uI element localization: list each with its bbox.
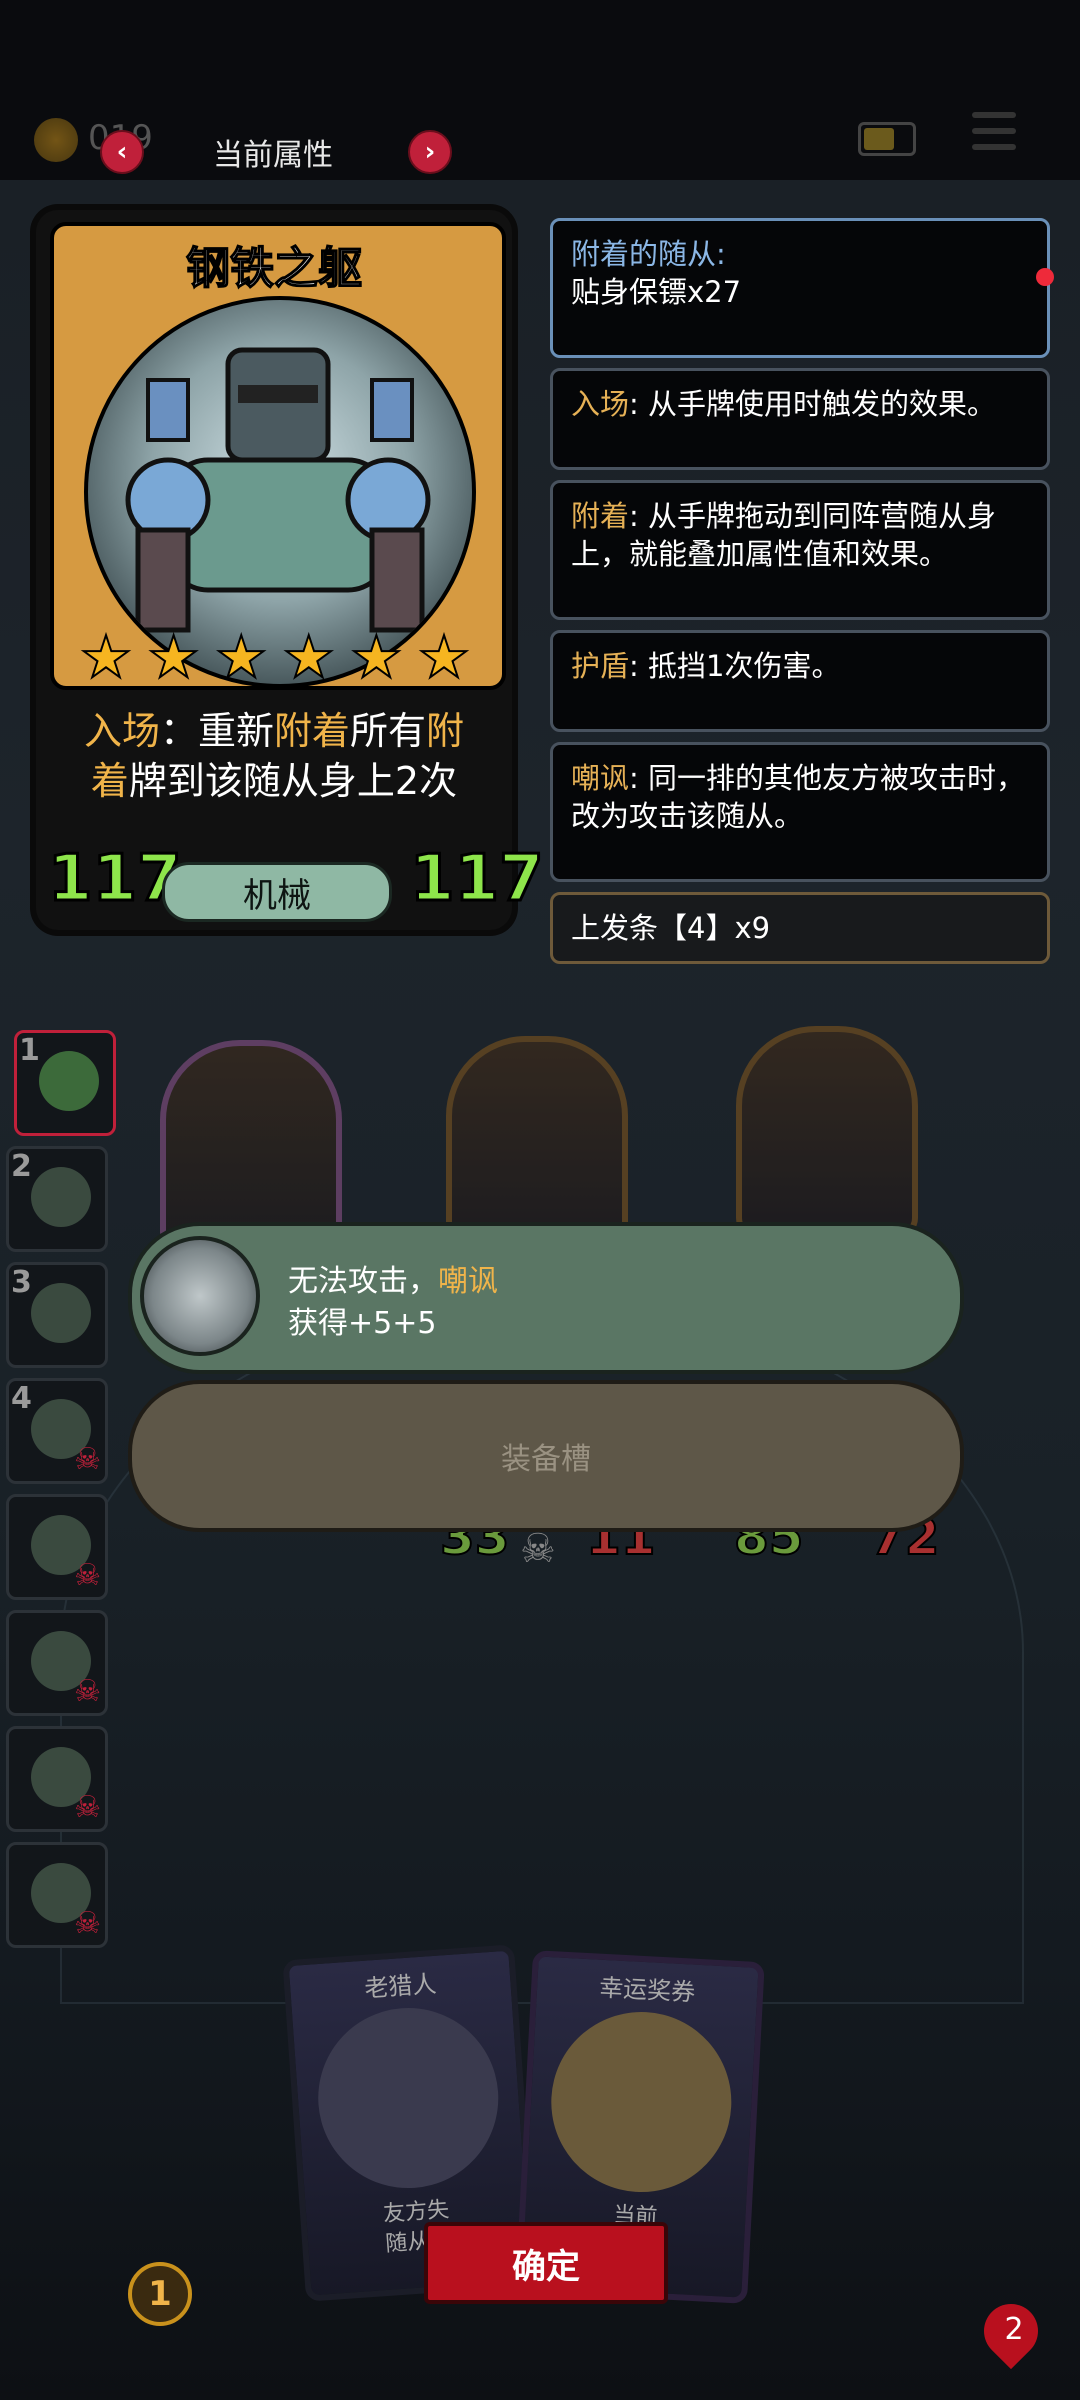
keyword-attach-part: 附 bbox=[426, 709, 465, 753]
roster-slot-6[interactable]: ☠ bbox=[6, 1610, 108, 1716]
notification-dot bbox=[1036, 268, 1054, 286]
info-wind-up[interactable]: 上发条【4】x9 bbox=[550, 892, 1050, 964]
info-text: : 抵挡1次伤害。 bbox=[629, 649, 841, 683]
roster-slot-3[interactable]: 3 bbox=[6, 1262, 108, 1368]
keyword-entry: 入场 bbox=[83, 709, 160, 753]
coin-icon bbox=[34, 118, 78, 162]
skull-icon: ☠ bbox=[74, 1790, 101, 1825]
board-minion[interactable] bbox=[446, 1036, 628, 1248]
skull-icon: ☠ bbox=[74, 1442, 101, 1477]
keyword-attach-part: 着 bbox=[90, 759, 129, 803]
menu-icon[interactable] bbox=[972, 112, 1016, 160]
star-icon: ★ bbox=[79, 623, 133, 691]
info-text: : 从手牌使用时触发的效果。 bbox=[629, 387, 997, 421]
ability-bonus: 获得+5+5 bbox=[288, 1306, 437, 1341]
card-description: 入场：重新附着所有附 着牌到该随从身上2次 bbox=[60, 706, 488, 806]
roster-slot-4[interactable]: 4 ☠ bbox=[6, 1378, 108, 1484]
chevron-left-icon: ‹ bbox=[116, 137, 128, 167]
hand-card-title: 幸运奖券 bbox=[598, 1973, 696, 2007]
roster-number: 3 bbox=[11, 1265, 32, 1300]
equipment-slot[interactable]: 装备槽 bbox=[128, 1380, 964, 1532]
chevron-right-icon: › bbox=[424, 137, 436, 167]
ability-text-part: 无法攻击， bbox=[288, 1264, 438, 1299]
star-icon: ★ bbox=[417, 623, 471, 691]
minion-avatar bbox=[39, 1051, 99, 1111]
info-text: : 从手牌拖动到同阵营随从身上，就能叠加属性值和效果。 bbox=[571, 499, 997, 571]
minion-avatar bbox=[31, 1167, 91, 1227]
info-keyword: 嘲讽 bbox=[571, 761, 630, 795]
desc-text: 所有 bbox=[350, 709, 427, 753]
skull-icon: ☠ bbox=[74, 1674, 101, 1709]
info-text: : 同一排的其他友方被攻击时，改为攻击该随从。 bbox=[571, 761, 1026, 833]
star-icon: ★ bbox=[214, 623, 268, 691]
star-rating: ★ ★ ★ ★ ★ ★ bbox=[79, 623, 471, 691]
card-title: 钢铁之躯 bbox=[185, 242, 363, 295]
attack-stat: 117 bbox=[47, 841, 184, 918]
prev-button[interactable]: ‹ bbox=[100, 130, 144, 174]
board-minion[interactable] bbox=[160, 1040, 342, 1252]
desc-text: ：重新 bbox=[159, 709, 274, 753]
info-text: 贴身保镖x27 bbox=[571, 275, 742, 309]
info-keyword: 护盾 bbox=[571, 649, 630, 683]
info-taunt: 嘲讽: 同一排的其他友方被攻击时，改为攻击该随从。 bbox=[550, 742, 1050, 882]
tribe-label: 机械 bbox=[162, 862, 392, 922]
skull-icon: ☠ bbox=[520, 1526, 556, 1572]
next-button[interactable]: › bbox=[408, 130, 452, 174]
skull-icon: ☠ bbox=[74, 1558, 101, 1593]
skull-icon: ☠ bbox=[74, 1906, 101, 1941]
star-icon: ★ bbox=[349, 623, 403, 691]
info-text: 上发条【4】x9 bbox=[571, 911, 771, 945]
roster-number: 4 bbox=[11, 1381, 32, 1416]
roster-number: 1 bbox=[19, 1033, 40, 1068]
info-keyword: 附着的随从: bbox=[571, 237, 726, 271]
armor-icon bbox=[140, 1236, 260, 1356]
life-count: 2 bbox=[1004, 2312, 1024, 2347]
roster-slot-8[interactable]: ☠ bbox=[6, 1842, 108, 1948]
star-icon: ★ bbox=[282, 623, 336, 691]
hand-card-art bbox=[546, 2007, 736, 2197]
keyword-attach: 附着 bbox=[273, 709, 350, 753]
ability-text: 无法攻击，嘲讽 bbox=[288, 1256, 498, 1300]
info-keyword: 附着 bbox=[571, 499, 630, 533]
info-shield: 护盾: 抵挡1次伤害。 bbox=[550, 630, 1050, 732]
hand-card-title: 老猎人 bbox=[363, 1969, 438, 2003]
health-stat: 117 bbox=[409, 841, 546, 918]
confirm-button[interactable]: 确定 bbox=[424, 2222, 668, 2304]
roster-slot-2[interactable]: 2 bbox=[6, 1146, 108, 1252]
info-attach: 附着: 从手牌拖动到同阵营随从身上，就能叠加属性值和效果。 bbox=[550, 480, 1050, 620]
roster-slot-7[interactable]: ☠ bbox=[6, 1726, 108, 1832]
keyword-taunt: 嘲讽 bbox=[438, 1264, 498, 1299]
top-background bbox=[0, 0, 1080, 180]
info-keyword: 入场 bbox=[571, 387, 630, 421]
battery-level bbox=[864, 128, 894, 150]
tavern-level-badge: 1 bbox=[128, 2262, 192, 2326]
star-icon: ★ bbox=[147, 623, 201, 691]
info-attached-minions: 附着的随从: 贴身保镖x27 bbox=[550, 218, 1050, 358]
desc-text: 牌到该随从身上2次 bbox=[128, 759, 458, 803]
roster-slot-1[interactable]: 1 bbox=[14, 1030, 116, 1136]
hand-card-art bbox=[312, 2002, 505, 2195]
info-entry: 入场: 从手牌使用时触发的效果。 bbox=[550, 368, 1050, 470]
roster-number: 2 bbox=[11, 1149, 32, 1184]
roster-slot-5[interactable]: ☠ bbox=[6, 1494, 108, 1600]
minion-avatar bbox=[31, 1283, 91, 1343]
board-minion[interactable] bbox=[736, 1026, 918, 1238]
page-title: 当前属性 bbox=[213, 138, 333, 173]
